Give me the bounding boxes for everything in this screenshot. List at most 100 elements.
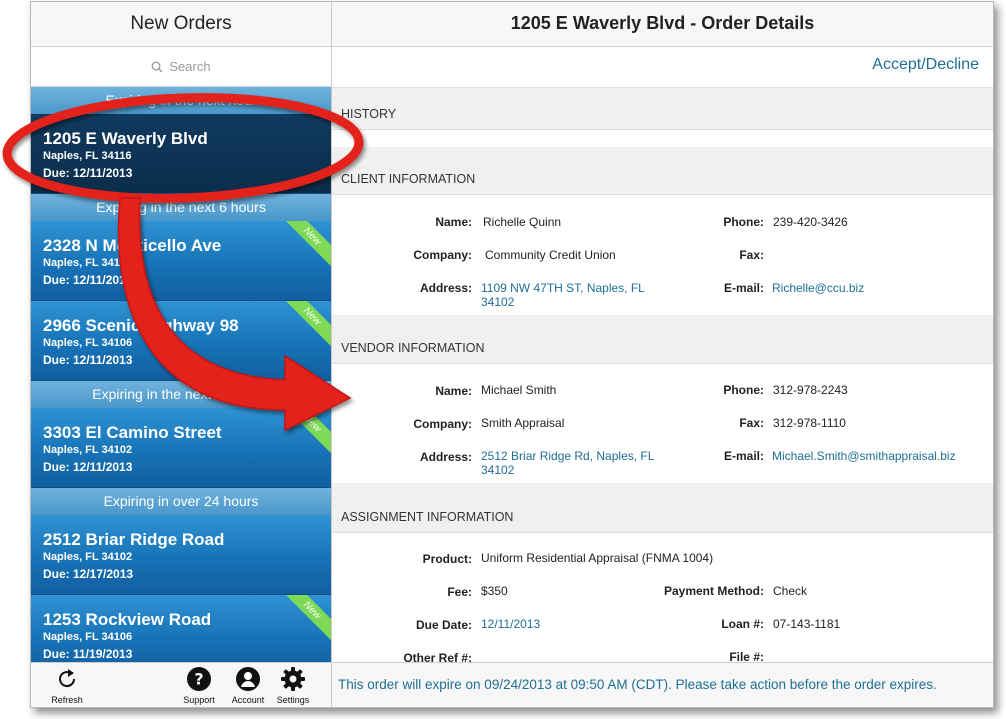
order-address: 2328 N Monticello Ave <box>43 236 222 255</box>
vendor-name-label: Name: <box>435 384 472 398</box>
loan-number-value: 07-143-1181 <box>773 617 841 631</box>
payment-method-value: Check <box>773 584 808 598</box>
search-icon <box>151 61 163 72</box>
vendor-phone-label: Phone: <box>723 383 764 397</box>
address-line: 2512 Briar Ridge Rd, Naples, FL <box>481 449 655 463</box>
order-item[interactable]: New 3303 El Camino Street Naples, FL 341… <box>31 408 331 488</box>
group-header: Expiring in over 24 hours <box>31 488 331 515</box>
orders-list[interactable]: Expiring in the next hour 1205 E Waverly… <box>31 87 331 662</box>
svg-text:?: ? <box>194 670 203 689</box>
client-section-header: CLIENT INFORMATION <box>332 147 993 195</box>
order-item[interactable]: New 2328 N Monticello Ave Naples, FL 341… <box>31 221 331 301</box>
order-city: Naples, FL 34102 <box>43 257 133 269</box>
order-city: Naples, FL 34116 <box>43 150 132 162</box>
search-input[interactable]: Search <box>31 47 331 87</box>
client-name: Richelle Quinn <box>483 215 562 229</box>
order-city: Naples, FL 34102 <box>43 444 133 456</box>
client-address-label: Address: <box>419 281 472 295</box>
new-badge: New <box>278 595 331 645</box>
group-header: Expiring in the next 12 hours <box>31 381 331 408</box>
order-due: Due: 12/17/2013 <box>43 567 134 581</box>
order-address: 1205 E Waverly Blvd <box>43 129 208 148</box>
order-address: 3303 El Camino Street <box>43 423 222 442</box>
vendor-phone: 312-978-2243 <box>773 383 848 397</box>
support-button[interactable]: ? Support <box>171 666 227 705</box>
accept-decline-button[interactable]: Accept/Decline <box>872 56 979 74</box>
vendor-company-label: Company: <box>413 417 472 431</box>
client-company: Community Credit Union <box>485 248 616 262</box>
vendor-email-link[interactable]: Michael.Smith@smithappraisal.biz <box>772 449 956 463</box>
new-badge: New <box>278 221 331 271</box>
order-address: 1253 Rockview Road <box>43 610 212 629</box>
address-line: 34102 <box>481 295 515 309</box>
order-due: Due: 12/11/2013 <box>43 166 133 180</box>
app-window: New Orders Search Expiring in the next h… <box>30 1 994 708</box>
group-header: Expiring in the next 6 hours <box>31 194 331 221</box>
vendor-address-label: Address: <box>419 450 472 464</box>
client-phone-label: Phone: <box>723 215 764 229</box>
refresh-label: Refresh <box>51 695 83 705</box>
settings-label: Settings <box>276 695 310 705</box>
vendor-address-link[interactable]: 2512 Briar Ridge Rd, Naples, FL 34102 <box>481 449 654 477</box>
order-city: Naples, FL 34106 <box>43 337 133 349</box>
due-date-label: Due Date: <box>415 618 472 632</box>
payment-method-label: Payment Method: <box>663 584 764 598</box>
gear-icon <box>281 667 305 691</box>
bottom-toolbar: Refresh ? Support Account Settings <box>31 662 331 707</box>
orders-pane: New Orders Search Expiring in the next h… <box>31 2 332 707</box>
section-title: ASSIGNMENT INFORMATION <box>341 510 514 524</box>
orders-title: New Orders <box>31 2 331 47</box>
history-section-header[interactable]: HISTORY <box>332 88 993 130</box>
settings-button[interactable]: Settings <box>265 666 321 705</box>
section-title: CLIENT INFORMATION <box>341 172 476 186</box>
account-label: Account <box>231 695 265 705</box>
order-due: Due: 11/19/2013 <box>43 647 133 661</box>
order-due: Due: 12/11/2013 <box>43 353 133 367</box>
client-fax-label: Fax: <box>739 248 764 262</box>
address-line: 1109 NW 47TH ST, Naples, FL <box>481 281 645 295</box>
support-label: Support <box>183 695 215 705</box>
vendor-name: Michael Smith <box>481 383 557 397</box>
search-placeholder: Search <box>169 59 211 74</box>
client-name-label: Name: <box>435 215 472 229</box>
group-header: Expiring in the next hour <box>31 87 331 114</box>
assignment-section-header: ASSIGNMENT INFORMATION <box>332 483 993 533</box>
order-item-selected[interactable]: 1205 E Waverly Blvd Naples, FL 34116 Due… <box>31 114 331 194</box>
loan-number-label: Loan #: <box>721 617 764 631</box>
client-email-label: E-mail: <box>723 281 764 295</box>
client-company-label: Company: <box>413 248 472 262</box>
vendor-fax: 312-978-1110 <box>773 416 846 430</box>
vendor-email-label: E-mail: <box>723 449 764 463</box>
expiry-notice: This order will expire on 09/24/2013 at … <box>332 662 993 707</box>
details-pane: 1205 E Waverly Blvd - Order Details Acce… <box>332 2 993 707</box>
section-title: HISTORY <box>341 107 397 121</box>
vendor-fax-label: Fax: <box>739 416 764 430</box>
section-title: VENDOR INFORMATION <box>341 341 485 355</box>
order-due: Due: 12/11/2013 <box>43 273 133 287</box>
client-email-link[interactable]: Richelle@ccu.biz <box>772 281 864 295</box>
fee-label: Fee: <box>447 585 472 599</box>
due-date-link[interactable]: 12/11/2013 <box>481 617 540 631</box>
refresh-icon <box>59 669 76 688</box>
order-due: Due: 12/11/2013 <box>43 460 133 474</box>
client-address-link[interactable]: 1109 NW 47TH ST, Naples, FL 34102 <box>481 281 645 309</box>
order-item[interactable]: New 2966 Scenic Highway 98 Naples, FL 34… <box>31 301 331 381</box>
vendor-company: Smith Appraisal <box>481 416 565 430</box>
person-icon <box>236 667 260 691</box>
fee-value: $350 <box>481 584 508 598</box>
product-label: Product: <box>422 552 472 566</box>
question-icon: ? <box>187 667 211 691</box>
order-address: 2512 Briar Ridge Road <box>43 530 225 549</box>
details-title: 1205 E Waverly Blvd - Order Details <box>332 2 993 47</box>
vendor-section-header: VENDOR INFORMATION <box>332 315 993 364</box>
product-value: Uniform Residential Appraisal (FNMA 1004… <box>481 551 714 565</box>
new-badge: New <box>278 301 331 351</box>
refresh-button[interactable]: Refresh <box>39 666 95 705</box>
order-address: 2966 Scenic Highway 98 <box>43 316 239 335</box>
client-phone: 239-420-3426 <box>773 215 848 229</box>
order-item[interactable]: 2512 Briar Ridge Road Naples, FL 34102 D… <box>31 515 331 595</box>
order-city: Naples, FL 34106 <box>43 631 133 643</box>
address-line: 34102 <box>481 463 515 477</box>
order-item[interactable]: New 1253 Rockview Road Naples, FL 34106 … <box>31 595 331 662</box>
new-badge: New <box>278 408 331 458</box>
